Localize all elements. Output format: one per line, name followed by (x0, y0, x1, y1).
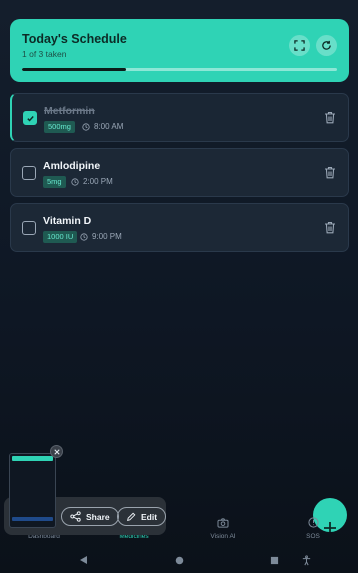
dose-badge: 500mg (44, 121, 75, 133)
medicine-name: Amlodipine (43, 160, 101, 172)
taken-count: 1 of 3 taken (22, 49, 67, 59)
dose-time: 2:00 PM (83, 177, 113, 186)
medicine-card[interactable]: Amlodipine 5mg 2:00 PM (10, 148, 349, 197)
clock-icon (82, 122, 90, 131)
check-icon (26, 115, 34, 122)
share-label: Share (86, 511, 110, 522)
expand-icon (294, 40, 305, 51)
back-icon (79, 556, 87, 564)
accessibility-icon (302, 554, 310, 565)
schedule-title: Today's Schedule (22, 32, 127, 46)
taken-checkbox[interactable] (23, 111, 37, 125)
back-button[interactable] (76, 553, 90, 567)
medicine-card[interactable]: Vitamin D 1000 IU 9:00 PM (10, 203, 349, 252)
expand-button[interactable] (289, 35, 310, 56)
share-icon (70, 511, 81, 522)
dose-time: 9:00 PM (92, 232, 122, 241)
time-row: 8:00 AM (82, 122, 123, 131)
close-icon (53, 448, 60, 455)
home-button[interactable] (172, 553, 186, 567)
edit-button[interactable]: Edit (117, 507, 167, 526)
recents-icon (270, 556, 278, 564)
trash-icon[interactable] (324, 166, 336, 179)
recents-button[interactable] (267, 553, 281, 567)
accessibility-button[interactable] (299, 553, 313, 567)
clock-icon (80, 232, 88, 241)
taken-checkbox[interactable] (22, 221, 36, 235)
refresh-icon (322, 40, 331, 50)
close-thumbnail-button[interactable] (50, 445, 63, 458)
dose-badge: 1000 IU (43, 231, 78, 243)
thumbnail-bar (12, 517, 53, 521)
dose-time: 8:00 AM (94, 122, 124, 131)
nav-label: SOS (306, 533, 320, 540)
medicine-card[interactable]: Metformin 500mg 8:00 AM (10, 93, 349, 142)
taken-checkbox[interactable] (22, 166, 36, 180)
nav-item-sos[interactable]: SOS (278, 515, 348, 540)
share-button[interactable]: Share (61, 507, 119, 526)
screenshot-thumbnail[interactable] (9, 453, 56, 528)
progress-fill (22, 68, 126, 71)
clock-icon (71, 177, 79, 186)
camera-icon (217, 517, 229, 528)
refresh-button[interactable] (316, 35, 337, 56)
alert-icon (307, 517, 319, 528)
dose-badge: 5mg (43, 176, 66, 188)
trash-icon[interactable] (324, 221, 336, 234)
nav-label: Vision AI (210, 533, 236, 540)
progress-bar (22, 68, 337, 71)
system-nav-bar (0, 547, 358, 573)
pencil-icon (127, 512, 136, 521)
time-row: 9:00 PM (80, 232, 122, 241)
medicine-name: Metformin (44, 105, 95, 117)
home-icon (175, 556, 183, 564)
time-row: 2:00 PM (71, 177, 113, 186)
schedule-header-card: Today's Schedule 1 of 3 taken (10, 19, 349, 82)
edit-label: Edit (141, 511, 158, 522)
trash-icon[interactable] (324, 111, 336, 124)
medicine-name: Vitamin D (43, 215, 92, 227)
nav-item-vision-ai[interactable]: Vision AI (188, 515, 258, 540)
thumbnail-preview (12, 456, 53, 461)
